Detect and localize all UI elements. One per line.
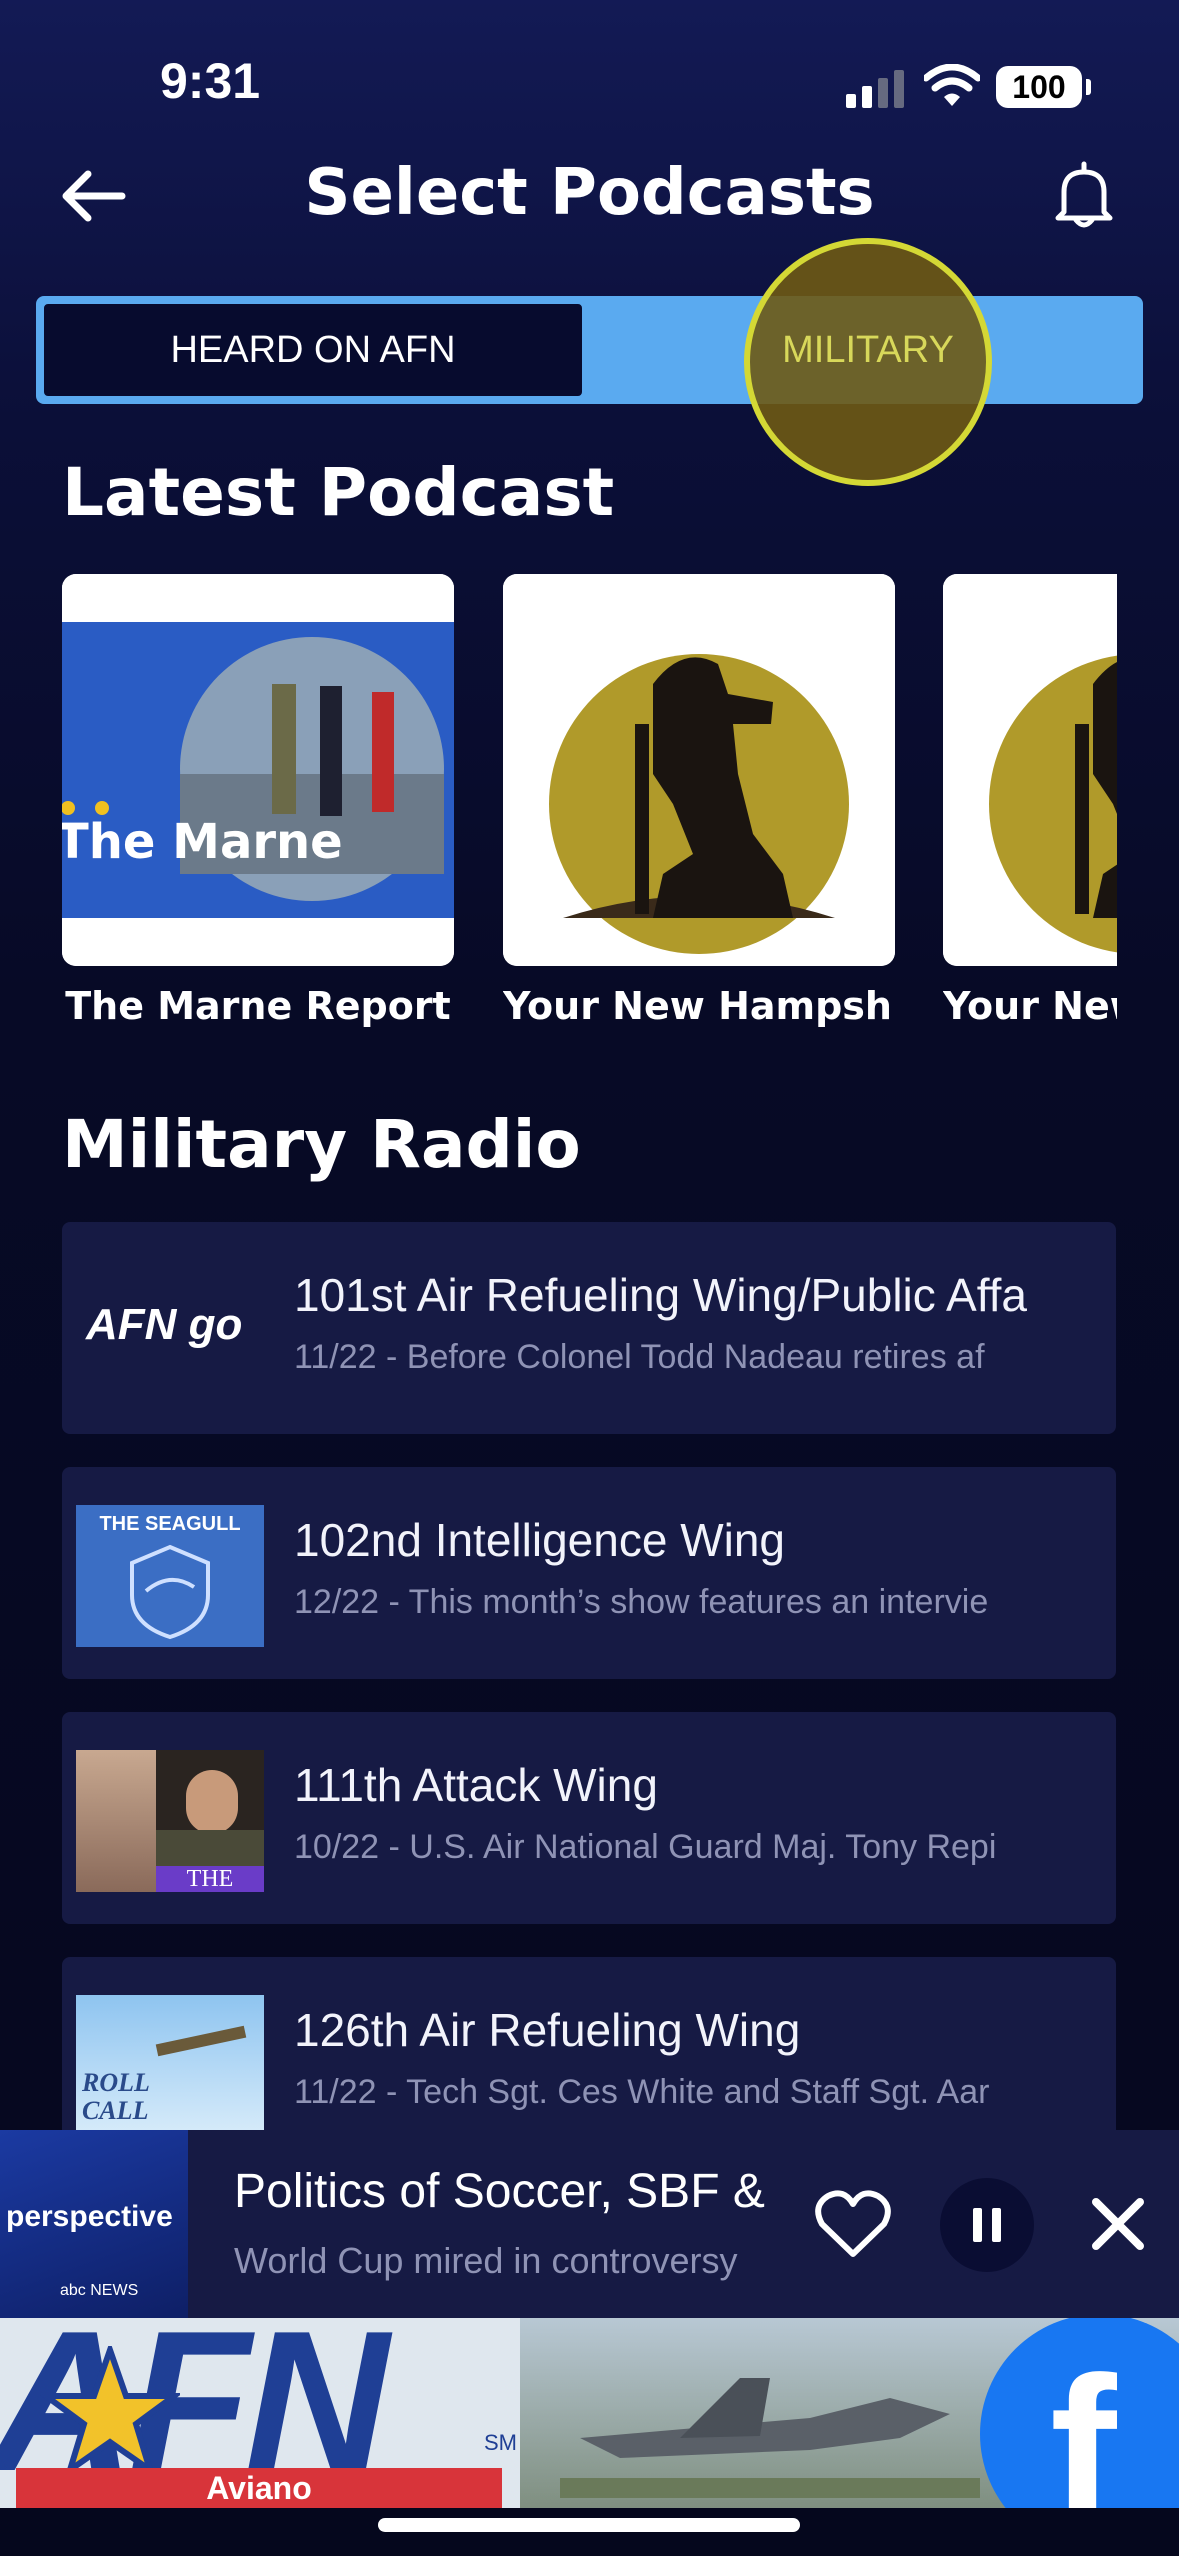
podcast-label: The Marne Report: [65, 984, 451, 1028]
podcast-label: Your New Hampshi…: [503, 984, 895, 1028]
radio-item[interactable]: THE SEAGULL 102nd Intelligence Wing 12/2…: [62, 1467, 1116, 1679]
radio-item-subtitle: 12/22 - This month’s show features an in…: [294, 1583, 989, 1621]
pause-button[interactable]: [940, 2178, 1034, 2272]
latest-podcast-heading: Latest Podcast: [62, 454, 615, 531]
attack-wing-photo: THE: [76, 1750, 264, 1892]
service-mark: SM: [484, 2430, 517, 2455]
ad-location: Aviano: [16, 2468, 502, 2508]
tab-military[interactable]: MILITARY: [744, 300, 992, 400]
pause-icon: [973, 2208, 1001, 2242]
player-artwork: perspective abc NEWS: [0, 2130, 188, 2318]
tab-heard-on-afn[interactable]: HEARD ON AFN: [40, 300, 586, 400]
star-icon: [40, 2346, 180, 2476]
mini-player[interactable]: perspective abc NEWS Politics of Soccer,…: [0, 2130, 1179, 2318]
seagull-logo: THE SEAGULL: [76, 1505, 264, 1647]
military-radio-heading: Military Radio: [62, 1106, 581, 1183]
home-indicator[interactable]: [378, 2518, 800, 2532]
radio-item[interactable]: THE 111th Attack Wing 10/22 - U.S. Air N…: [62, 1712, 1116, 1924]
fighter-jet-image: [560, 2378, 980, 2498]
soldier-silhouette-artwork: [503, 574, 895, 966]
roll-call-logo: ROLL CALL: [76, 1995, 264, 2137]
page-title: Select Podcasts: [304, 156, 875, 230]
bell-icon[interactable]: [1052, 160, 1116, 230]
radio-item[interactable]: AFN go 101st Air Refueling Wing/Public A…: [62, 1222, 1116, 1434]
battery-indicator: 100: [996, 66, 1091, 108]
marne-report-artwork: [62, 574, 454, 966]
close-icon[interactable]: [1090, 2196, 1146, 2252]
radio-item-subtitle: 11/22 - Tech Sgt. Ces White and Staff Sg…: [294, 2073, 990, 2111]
player-title: Politics of Soccer, SBF &: [234, 2165, 765, 2218]
podcast-card-partial[interactable]: [943, 574, 1117, 966]
radio-item-title: 101st Air Refueling Wing/Public Affa: [294, 1269, 1028, 1321]
radio-item-subtitle: 10/22 - U.S. Air National Guard Maj. Ton…: [294, 1828, 997, 1866]
afn-go-logo: AFN go: [76, 1260, 264, 1402]
heart-icon[interactable]: [814, 2188, 892, 2260]
podcast-label: Your New: [943, 984, 1117, 1028]
wifi-icon: [924, 64, 980, 106]
podcast-card-marne-report[interactable]: The Marne: [62, 574, 454, 966]
cellular-signal-icon: [846, 70, 904, 108]
radio-item-title: 102nd Intelligence Wing: [294, 1514, 785, 1566]
podcast-card-new-hampshire[interactable]: [503, 574, 895, 966]
ad-banner[interactable]: AFN SM Aviano f: [0, 2318, 1179, 2508]
marne-thumb-text: The Marne: [62, 814, 343, 870]
radio-item-subtitle: 11/22 - Before Colonel Todd Nadeau retir…: [294, 1338, 985, 1376]
soldier-silhouette-artwork: [943, 574, 1117, 966]
radio-item-title: 111th Attack Wing: [294, 1759, 658, 1811]
radio-item-title: 126th Air Refueling Wing: [294, 2004, 801, 2056]
status-time: 9:31: [160, 53, 261, 109]
player-subtitle: World Cup mired in controversy: [234, 2240, 738, 2281]
